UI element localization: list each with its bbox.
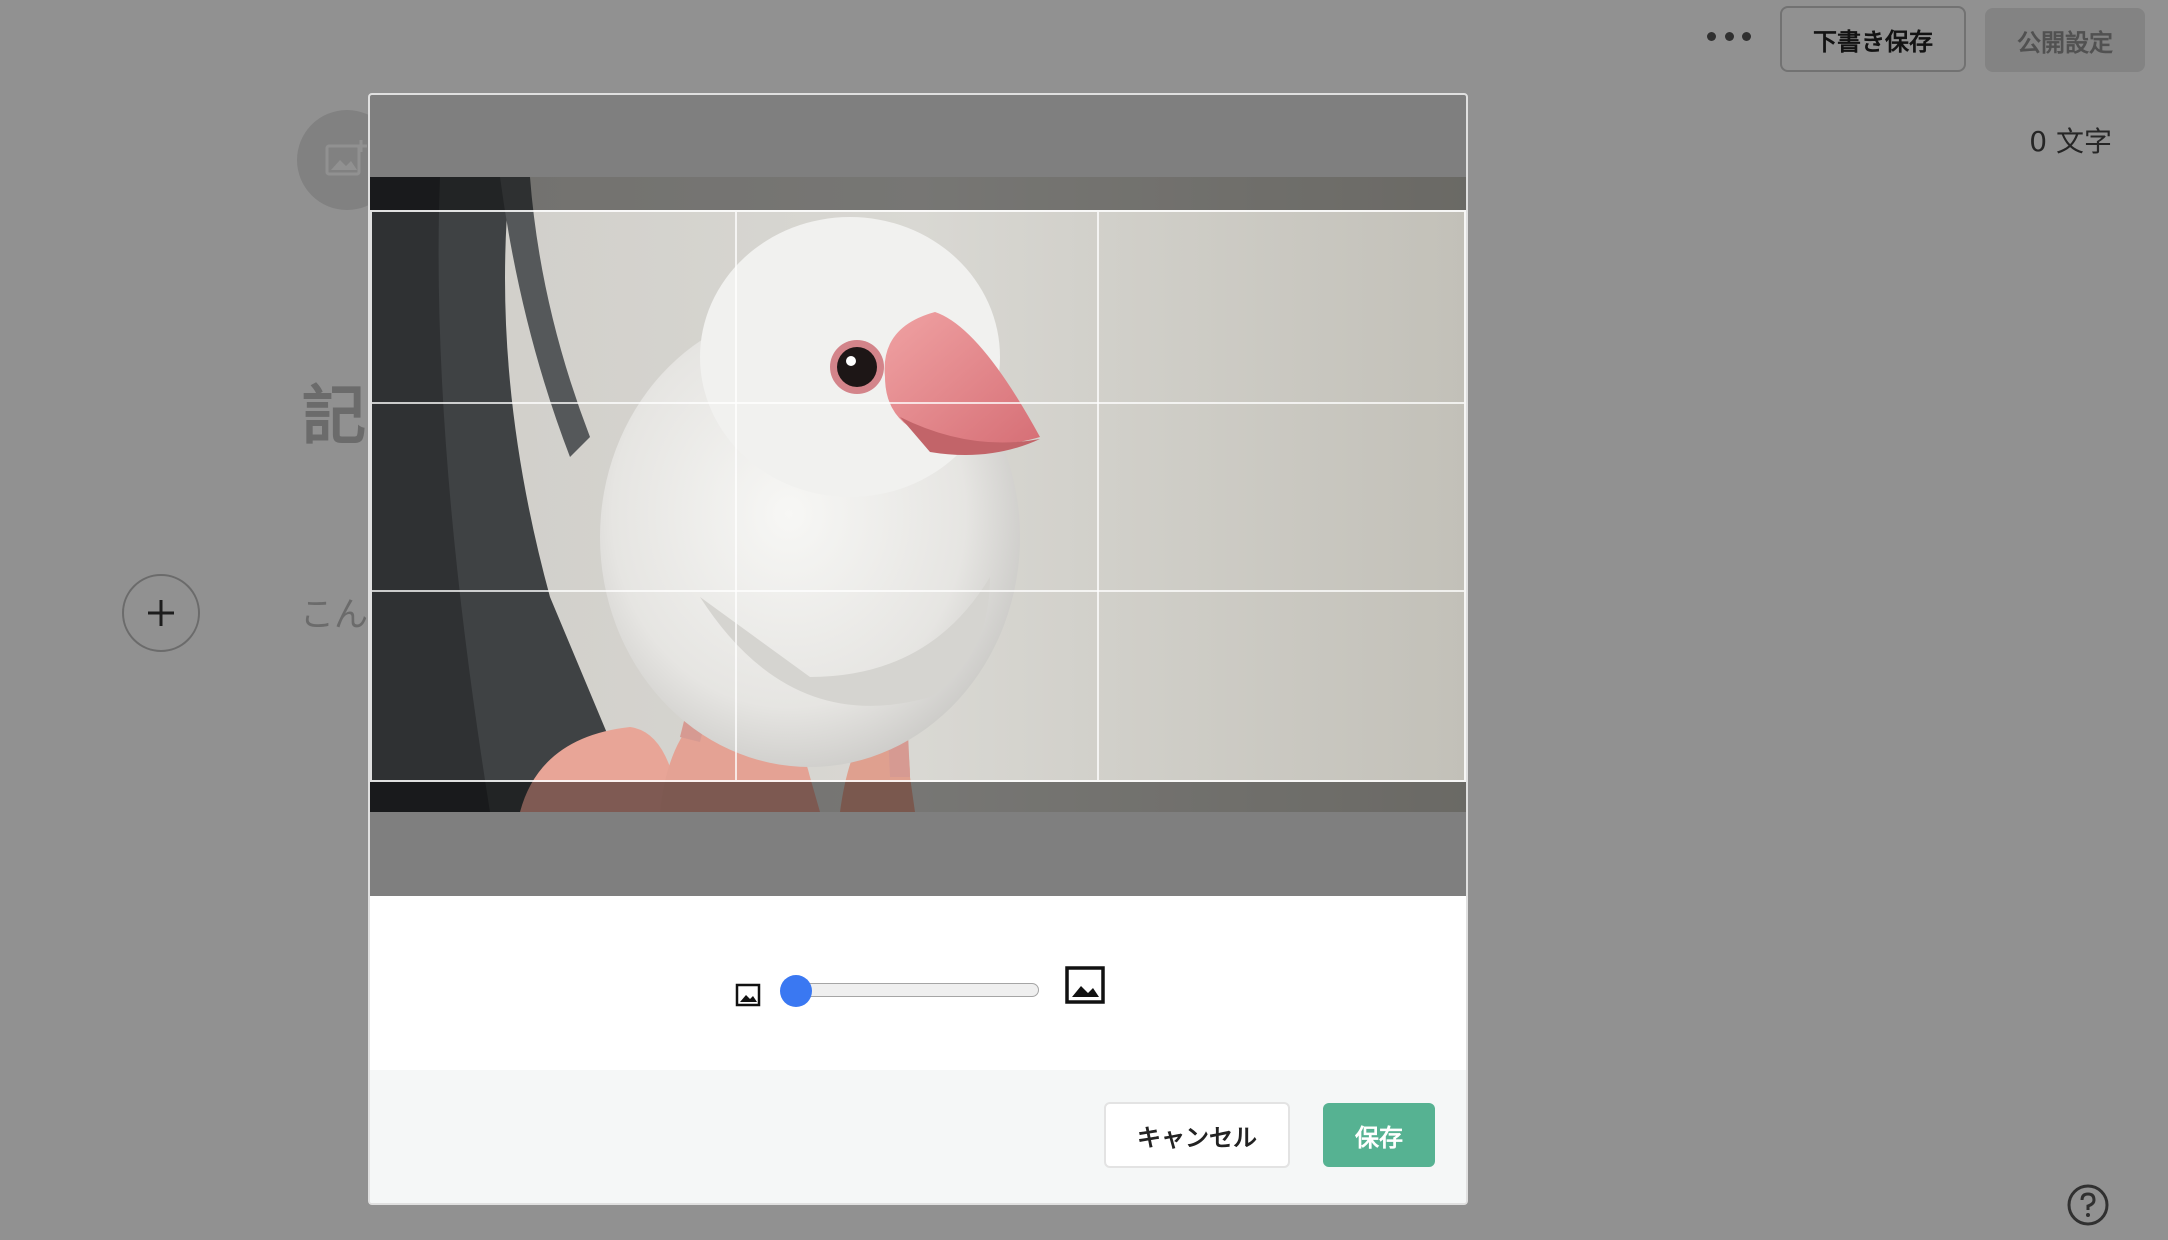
crop-mask-top [370,177,1466,210]
crop-mask-bottom [370,782,1466,812]
image-small-icon [735,983,761,1007]
save-button[interactable]: 保存 [1323,1103,1435,1167]
zoom-control [735,947,1175,1007]
zoom-slider-thumb[interactable] [780,975,812,1007]
crop-grid-line [735,212,737,780]
crop-grid-line [372,590,1464,592]
image-crop-dialog: キャンセル 保存 [368,93,1468,1205]
zoom-slider[interactable] [785,983,1039,997]
image-large-icon [1065,966,1105,1004]
crop-grid-line [1097,212,1099,780]
crop-area[interactable] [370,95,1466,896]
crop-frame[interactable] [370,210,1466,782]
cancel-button[interactable]: キャンセル [1104,1102,1290,1168]
dialog-footer: キャンセル 保存 [370,1070,1466,1203]
crop-grid-line [372,402,1464,404]
